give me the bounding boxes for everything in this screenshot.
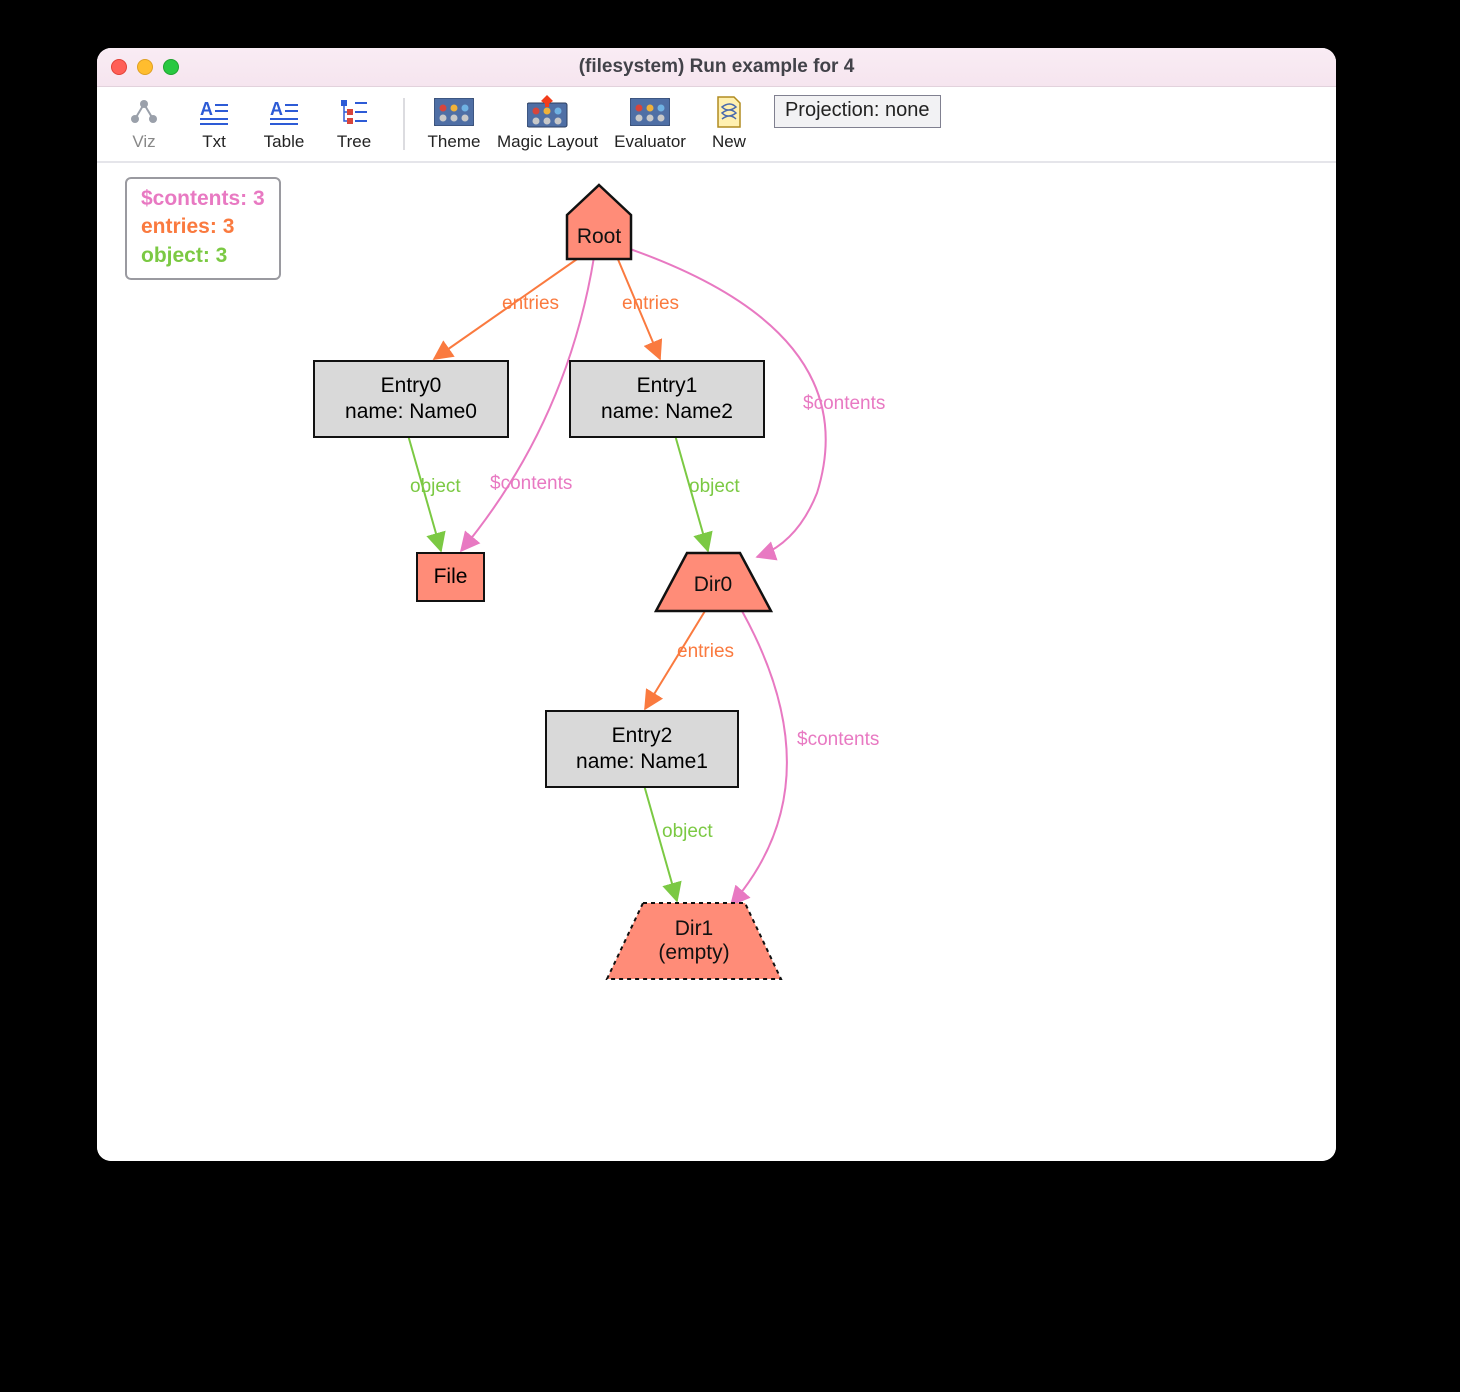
edge-entries-label: entries — [622, 293, 679, 315]
txt-icon: A — [200, 96, 228, 128]
node-entry1[interactable]: Entry1name: Name2 — [569, 360, 765, 438]
evaluator-icon — [630, 96, 670, 128]
table-icon: A — [270, 96, 298, 128]
window-title: (filesystem) Run example for 4 — [97, 56, 1336, 78]
titlebar: (filesystem) Run example for 4 — [97, 48, 1336, 87]
edge-entries-label: entries — [502, 293, 559, 315]
node-dir0-label: Dir0 — [694, 573, 733, 596]
edge-object-label: object — [689, 476, 740, 498]
magic-layout-icon — [527, 96, 569, 128]
node-dir1[interactable]: Dir1(empty) — [607, 903, 781, 979]
txt-button[interactable]: A Txt — [179, 96, 249, 152]
node-entry1-label: Entry1name: Name2 — [601, 373, 733, 426]
close-icon[interactable] — [111, 59, 127, 75]
new-label: New — [712, 132, 746, 152]
evaluator-button[interactable]: Evaluator — [606, 96, 694, 152]
projection-select[interactable]: Projection: none — [774, 95, 941, 128]
legend: $contents: 3 entries: 3 object: 3 — [125, 177, 281, 280]
node-entry0-label: Entry0name: Name0 — [345, 373, 477, 426]
node-root-label: Root — [577, 225, 622, 248]
magic-layout-button[interactable]: Magic Layout — [489, 96, 606, 152]
new-icon — [714, 96, 744, 128]
node-file[interactable]: File — [416, 552, 485, 602]
txt-label: Txt — [202, 132, 226, 152]
legend-contents: $contents: 3 — [141, 185, 265, 213]
window-traffic-lights — [111, 59, 179, 75]
edge-entries-label: entries — [677, 641, 734, 663]
tree-icon — [341, 96, 367, 128]
node-entry2[interactable]: Entry2name: Name1 — [545, 710, 739, 788]
legend-entries: entries: 3 — [141, 213, 265, 241]
table-button[interactable]: A Table — [249, 96, 319, 152]
new-button[interactable]: New — [694, 96, 764, 152]
svg-text:Dir1(empty): Dir1(empty) — [658, 917, 729, 964]
viz-icon — [129, 96, 159, 128]
edge-object-label: object — [662, 821, 713, 843]
edge-object-label: object — [410, 476, 461, 498]
graph-canvas[interactable]: $contents: 3 entries: 3 object: 3 — [97, 163, 1336, 1161]
node-entry2-label: Entry2name: Name1 — [576, 723, 708, 776]
viz-label: Viz — [132, 132, 155, 152]
theme-button[interactable]: Theme — [419, 96, 489, 152]
magic-layout-label: Magic Layout — [497, 132, 598, 152]
node-dir0[interactable]: Dir0 — [656, 553, 771, 611]
theme-icon — [434, 96, 474, 128]
theme-label: Theme — [428, 132, 481, 152]
svg-text:A: A — [200, 99, 213, 119]
toolbar: Viz A Txt A Table Tree Theme — [97, 87, 1336, 163]
table-label: Table — [264, 132, 305, 152]
svg-text:A: A — [270, 99, 283, 119]
evaluator-label: Evaluator — [614, 132, 686, 152]
edge-contents-label: $contents — [490, 473, 572, 495]
maximize-icon[interactable] — [163, 59, 179, 75]
viz-button[interactable]: Viz — [109, 96, 179, 152]
node-entry0[interactable]: Entry0name: Name0 — [313, 360, 509, 438]
edge-contents-label: $contents — [797, 729, 879, 751]
legend-object: object: 3 — [141, 242, 265, 270]
node-root[interactable]: Root — [567, 185, 631, 259]
node-file-label: File — [434, 564, 468, 590]
app-window: (filesystem) Run example for 4 Viz A Txt… — [97, 48, 1336, 1161]
edge-contents-label: $contents — [803, 393, 885, 415]
tree-label: Tree — [337, 132, 371, 152]
minimize-icon[interactable] — [137, 59, 153, 75]
tree-button[interactable]: Tree — [319, 96, 389, 152]
